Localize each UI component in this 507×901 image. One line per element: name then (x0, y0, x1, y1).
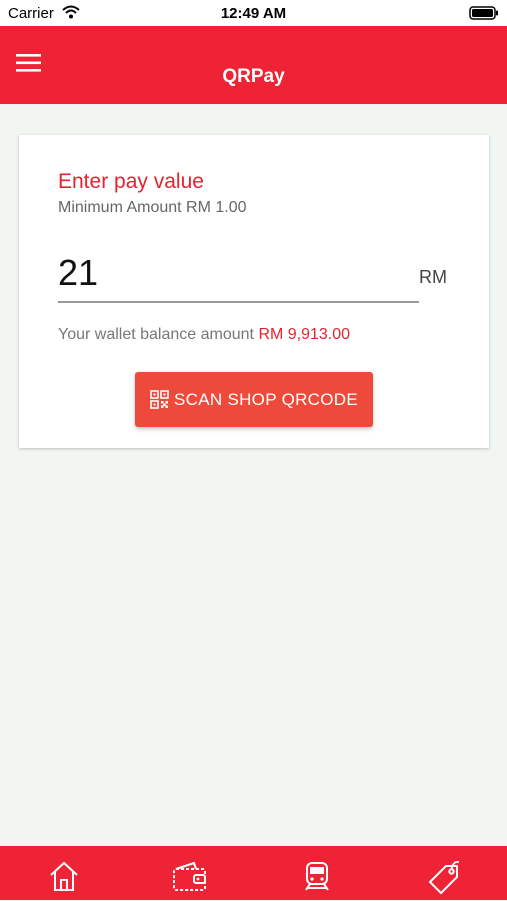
balance-label: Your wallet balance amount (58, 326, 254, 343)
bottom-nav (0, 846, 507, 900)
balance-value: RM 9,913.00 (258, 326, 351, 343)
wallet-icon (172, 860, 208, 897)
nav-tag[interactable] (424, 860, 464, 900)
qrcode-icon (150, 390, 169, 409)
status-time: 12:49 AM (220, 5, 287, 22)
pay-card: Enter pay value Minimum Amount RM 1.00 R… (19, 135, 489, 448)
nav-home[interactable] (44, 860, 84, 900)
minimum-amount-label: Minimum Amount RM 1.00 (58, 199, 247, 216)
tag-icon (426, 860, 462, 901)
currency-label: RM (419, 267, 447, 287)
amount-input[interactable] (58, 245, 419, 303)
nav-wallet[interactable] (170, 860, 210, 900)
train-icon (301, 860, 333, 897)
battery-icon (469, 6, 499, 24)
wallet-balance: Your wallet balance amount RM 9,913.00 (58, 326, 350, 344)
scan-qrcode-button[interactable]: SCAN SHOP QRCODE (135, 372, 373, 427)
nav-train[interactable] (297, 860, 337, 900)
home-icon (48, 860, 80, 897)
page-title: QRPay (222, 66, 285, 87)
pay-heading: Enter pay value (58, 170, 204, 193)
status-bar: Carrier 12:49 AM (0, 0, 507, 26)
scan-button-label: SCAN SHOP QRCODE (174, 389, 358, 409)
app-bar: QRPay (0, 26, 507, 104)
